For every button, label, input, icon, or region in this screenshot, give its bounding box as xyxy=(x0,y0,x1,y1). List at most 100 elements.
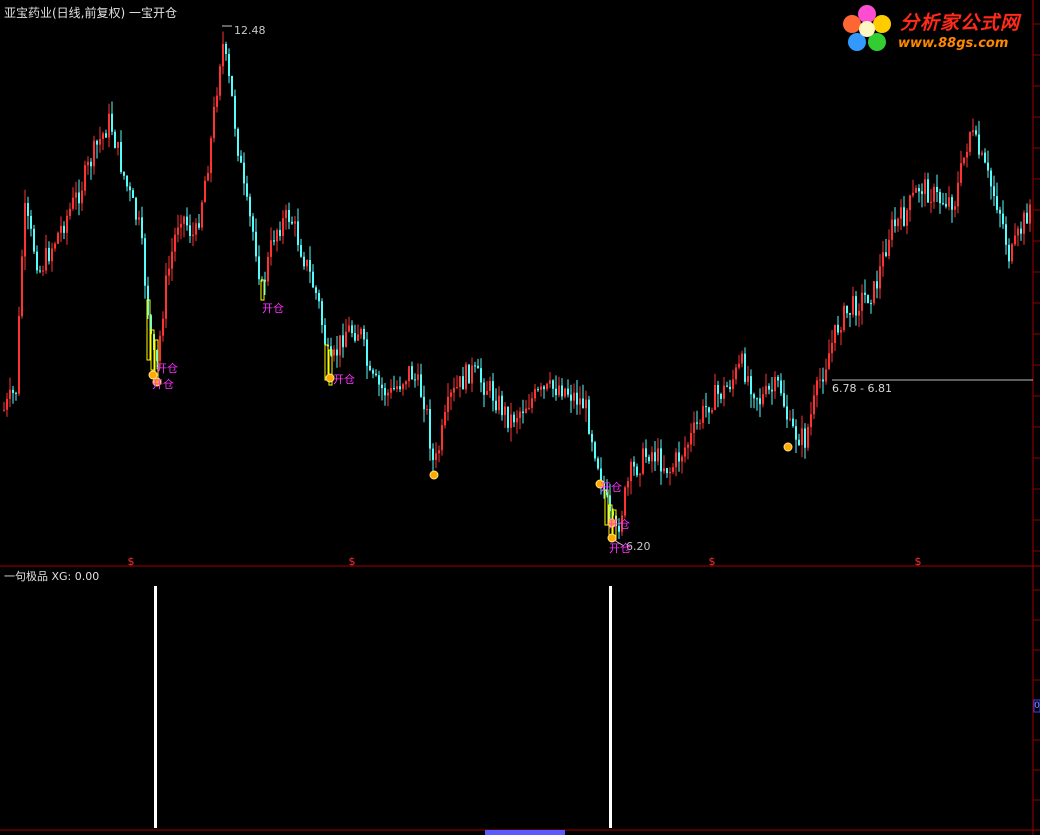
candle-body xyxy=(513,414,515,423)
brand-name: 分析家公式网 xyxy=(900,12,1021,34)
candle-body xyxy=(591,433,593,443)
candle-body xyxy=(357,334,359,341)
candle-body xyxy=(45,247,47,271)
candle-body xyxy=(768,385,770,390)
candle-body xyxy=(837,324,839,333)
candle-body xyxy=(690,433,692,445)
candle-body xyxy=(60,225,62,233)
candle-body xyxy=(855,296,857,316)
candle-body xyxy=(222,44,224,67)
chart-canvas[interactable]: $ $ $ $ xyxy=(0,0,1040,835)
candle-body xyxy=(633,461,635,467)
candle-body xyxy=(396,386,398,390)
stock-chart[interactable]: $ $ $ $ 亚宝药业(日线,前复权) 一宝开仓 分析家公式网 www.88gs.c… xyxy=(0,0,1040,835)
candle-body xyxy=(771,389,773,392)
brand-url[interactable]: www.88gs.com xyxy=(898,36,1008,51)
candle-body xyxy=(558,385,560,396)
candle-body xyxy=(405,381,407,385)
candle-body xyxy=(822,379,824,382)
candle-body xyxy=(483,382,485,395)
candle-body xyxy=(69,208,71,216)
candle-body xyxy=(819,379,821,381)
candle-body xyxy=(951,197,953,210)
candle-body xyxy=(744,353,746,382)
candle-body xyxy=(24,203,26,257)
candle-body xyxy=(963,157,965,164)
candle-body xyxy=(717,385,719,394)
xg-signal-bars xyxy=(154,586,612,828)
candle-body xyxy=(456,387,458,388)
candle-body xyxy=(693,422,695,433)
candle-body xyxy=(426,409,428,410)
signal-candle xyxy=(150,329,155,371)
candle-body xyxy=(141,217,143,239)
signal-label: 开仓 xyxy=(600,481,622,494)
cursor-price-range: 6.78 - 6.81 xyxy=(832,382,892,395)
candle-body xyxy=(138,217,140,220)
candle-body xyxy=(1014,235,1016,245)
candle-body xyxy=(381,384,383,389)
candle-body xyxy=(132,190,134,198)
candle-body xyxy=(903,207,905,226)
candle-body xyxy=(288,210,290,222)
candle-body xyxy=(561,385,563,397)
candle-body xyxy=(210,138,212,174)
candle-body xyxy=(123,171,125,176)
sub-value-text: 0 xyxy=(1034,701,1040,711)
candle-body xyxy=(216,95,218,107)
candle-body xyxy=(663,468,665,472)
scrollbar-thumb[interactable] xyxy=(485,830,565,835)
candle-body xyxy=(555,388,557,396)
candle-body xyxy=(702,406,704,423)
candle-body xyxy=(642,448,644,474)
candle-body xyxy=(741,353,743,364)
candle-body xyxy=(645,448,647,457)
candle-body xyxy=(993,186,995,197)
candle-body xyxy=(246,183,248,197)
candle-body xyxy=(120,142,122,172)
candle-body xyxy=(297,221,299,246)
candle-body xyxy=(390,387,392,393)
candle-body xyxy=(1020,228,1022,234)
candle-body xyxy=(846,305,848,314)
signal-label: 开仓 xyxy=(156,362,178,375)
candle-body xyxy=(738,363,740,368)
candle-body xyxy=(393,387,395,390)
candle-body xyxy=(309,260,311,272)
candle-body xyxy=(927,179,929,203)
candle-body xyxy=(225,44,227,54)
candle-body xyxy=(333,349,335,356)
candle-body xyxy=(735,367,737,380)
candle-body xyxy=(450,392,452,397)
candle-body xyxy=(408,366,410,382)
candle-body xyxy=(894,219,896,227)
candle-body xyxy=(627,481,629,488)
candle-body xyxy=(303,256,305,267)
candle-body xyxy=(345,331,347,348)
candle-body xyxy=(384,388,386,396)
candle-body xyxy=(240,155,242,163)
candle-body xyxy=(789,418,791,420)
candle-body xyxy=(960,163,962,183)
candle-body xyxy=(705,406,707,408)
signal-candle xyxy=(260,279,265,301)
candle-body xyxy=(507,406,509,428)
candle-body xyxy=(33,228,35,252)
candle-body xyxy=(102,133,104,139)
buy-signal-icon xyxy=(783,442,793,452)
candle-body xyxy=(681,456,683,462)
candle-body xyxy=(948,197,950,207)
candle-body xyxy=(504,406,506,416)
candle-body xyxy=(498,395,500,411)
candle-body xyxy=(207,173,209,181)
candle-body xyxy=(930,201,932,203)
candle-body xyxy=(897,218,899,227)
candle-body xyxy=(714,385,716,410)
candle-body xyxy=(519,411,521,418)
xg-signal-bar xyxy=(609,586,612,828)
candle-body xyxy=(453,387,455,393)
candle-body xyxy=(909,195,911,211)
candle-body xyxy=(321,301,323,325)
candle-body xyxy=(135,197,137,220)
candle-body xyxy=(180,223,182,228)
